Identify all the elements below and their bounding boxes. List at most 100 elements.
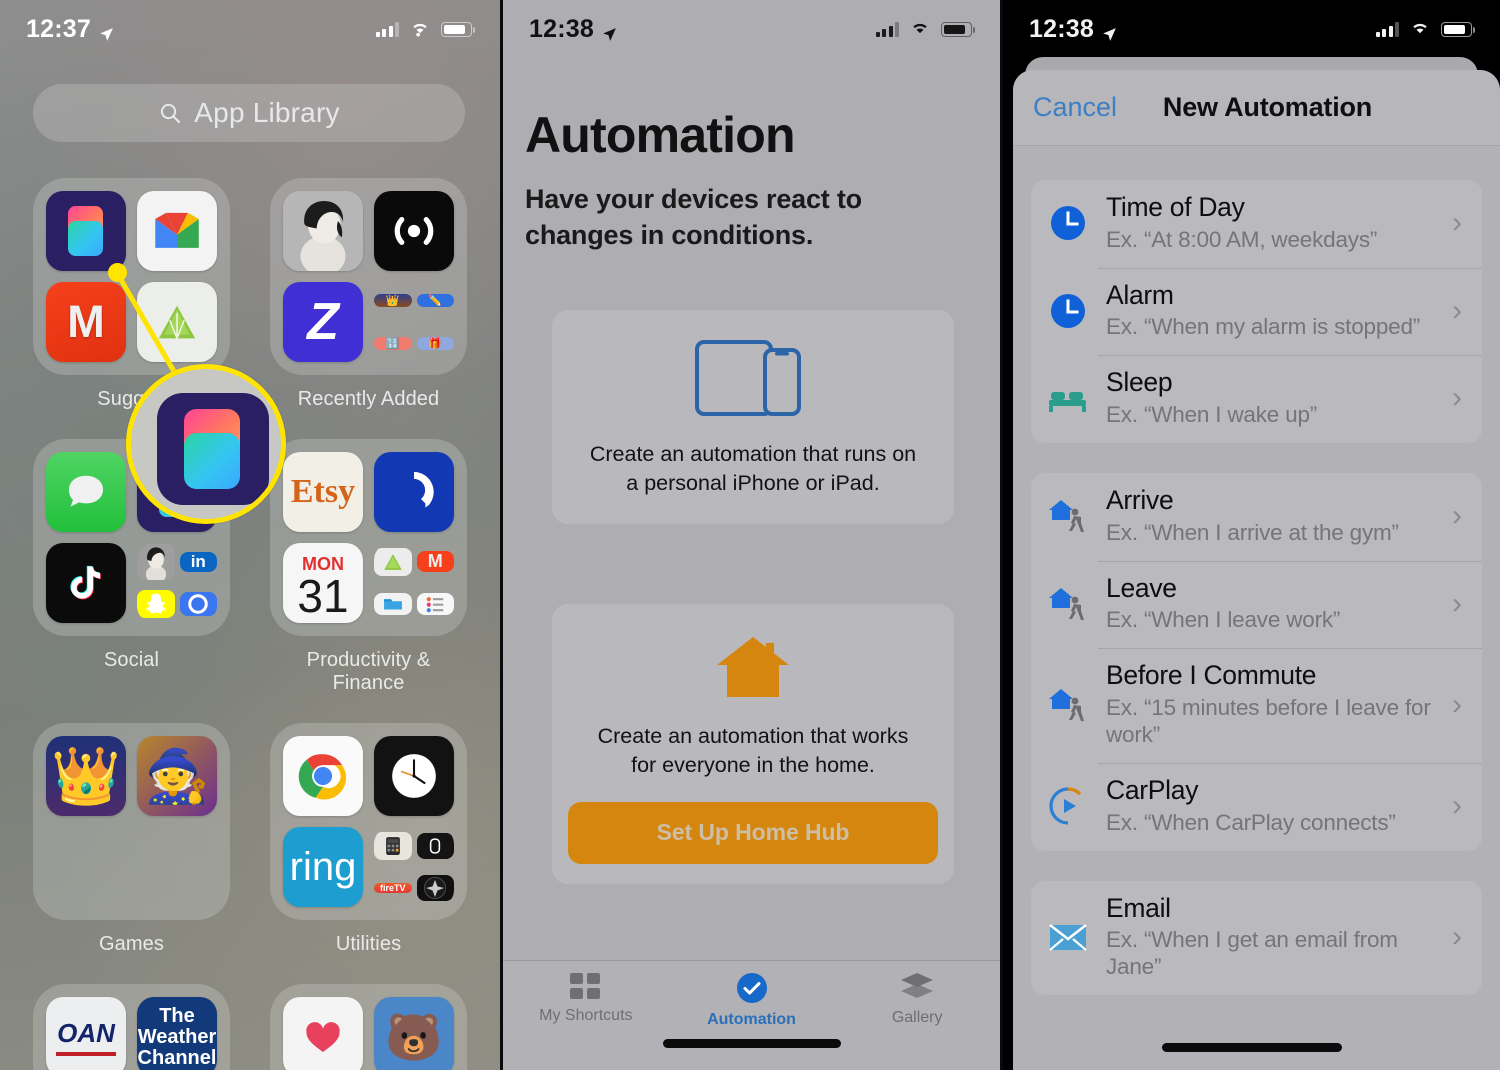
gmail-app-icon[interactable] — [137, 191, 217, 271]
weather-channel-app-icon[interactable]: The Weather Channel — [137, 997, 217, 1070]
folder-utilities[interactable]: ring fireTV Utilities — [270, 723, 467, 984]
row-sleep[interactable]: Sleep Ex. “When I wake up” › — [1031, 355, 1482, 443]
files-app-icon[interactable] — [374, 593, 412, 616]
folder-recently-added[interactable]: Z 👑 ✏️ 🔢 🎁 Recently Added — [270, 178, 467, 439]
mail-art-small-icon[interactable]: M — [416, 551, 454, 573]
signal-app-icon[interactable] — [179, 592, 217, 617]
puzzle-app-icon[interactable]: 🔢 — [374, 336, 412, 350]
gift-app-icon[interactable]: 🎁 — [416, 336, 454, 350]
contact-photo-icon[interactable] — [137, 543, 175, 580]
folder-label: Productivity & Finance — [306, 649, 431, 694]
clock-app-icon[interactable] — [374, 736, 454, 816]
status-time: 12:38 — [529, 14, 594, 43]
row-subtitle: Ex. “When my alarm is stopped” — [1106, 314, 1421, 340]
home-card-description: Create an automation that works for ever… — [597, 724, 909, 777]
calendar-app-icon[interactable]: MON 31 — [283, 543, 363, 623]
status-indicators — [375, 20, 476, 38]
watch-app-icon[interactable] — [416, 832, 454, 859]
row-text: Time of Day Ex. “At 8:00 AM, weekdays” — [1106, 192, 1435, 253]
folder-health-fitness[interactable]: 🐻 🐻 — [270, 984, 467, 1070]
sheet-navbar: Cancel New Automation — [1013, 70, 1500, 146]
fire-tv-app-icon[interactable]: fireTV — [374, 883, 412, 894]
shortcuts-glyph — [173, 408, 254, 490]
row-title: Leave — [1106, 572, 1177, 603]
folder-label: Utilities — [335, 933, 402, 955]
mail-art-app-icon[interactable]: M — [46, 282, 126, 362]
wifi-icon — [413, 23, 427, 37]
oan-app-icon[interactable]: OAN — [46, 997, 126, 1070]
compass-app-icon[interactable] — [416, 875, 454, 902]
photo-contact-app-icon[interactable] — [283, 191, 363, 271]
row-subtitle: Ex. “When I arrive at the gym” — [1106, 519, 1399, 545]
home-hub-card: Create an automation that works for ever… — [552, 604, 954, 884]
ring-app-icon[interactable]: ring — [283, 827, 363, 907]
row-title: Before I Commute — [1106, 660, 1317, 691]
row-subtitle: Ex. “When I get an email from Jane” — [1106, 927, 1398, 980]
folder-news[interactable]: OAN The Weather Channel — [33, 984, 230, 1070]
clock-icon — [1047, 290, 1089, 332]
folder-label: Social — [103, 649, 160, 671]
panel-app-library: 12:37 App Library M Sugges Z 👑 ✏️ 🔢 🎁 Re… — [0, 0, 500, 1070]
mini-folder-icons: fireTV — [374, 827, 454, 907]
tab-automation[interactable]: Automation — [669, 961, 835, 1033]
tab-gallery[interactable]: Gallery — [834, 961, 1000, 1033]
ipad-iphone-icon — [568, 336, 938, 422]
personal-card-description: Create an automation that runs on a pers… — [589, 442, 917, 495]
shortcuts-app-icon-magnified — [157, 393, 269, 505]
chevron-right-icon: › — [1452, 920, 1462, 954]
row-before-i-commute[interactable]: Before I Commute Ex. “15 minutes before … — [1031, 648, 1482, 763]
folder-productivity-finance[interactable]: Etsy MON 31 M Productivity & Finance — [270, 439, 467, 723]
chrome-app-icon[interactable] — [283, 736, 363, 816]
row-carplay[interactable]: CarPlay Ex. “When CarPlay connects” › — [1031, 763, 1482, 851]
tab-bar: My Shortcuts Automation Gallery — [503, 960, 1000, 1070]
row-arrive[interactable]: Arrive Ex. “When I arrive at the gym” › — [1031, 473, 1482, 561]
folder-grid: 👑 🧙 — [33, 723, 230, 920]
folder-grid: OAN The Weather Channel — [33, 984, 230, 1070]
snapchat-app-icon[interactable] — [137, 590, 175, 619]
game-king-icon[interactable]: 👑 — [374, 294, 412, 308]
set-up-home-hub-button[interactable]: Set Up Home Hub — [568, 801, 938, 864]
tiktok-app-icon[interactable] — [46, 543, 126, 623]
wizard-game-app-icon[interactable]: 🧙 — [137, 736, 217, 816]
page-subtitle: Have your devices react to changes in co… — [525, 184, 862, 250]
shortcuts-app-icon[interactable] — [46, 191, 126, 271]
folder-games[interactable]: 👑 🧙 Games — [33, 723, 230, 984]
row-time-of-day[interactable]: Time of Day Ex. “At 8:00 AM, weekdays” › — [1031, 180, 1482, 268]
location-arrow-icon — [1101, 21, 1118, 41]
chevron-right-icon: › — [1452, 293, 1462, 327]
row-text: Leave Ex. “When I leave work” — [1106, 572, 1435, 634]
weather-green-small-icon[interactable] — [374, 547, 412, 576]
row-text: CarPlay Ex. “When CarPlay connects” — [1106, 775, 1435, 836]
status-time: 12:38 — [1029, 14, 1094, 43]
health-app-icon[interactable] — [283, 997, 363, 1070]
tab-my-shortcuts[interactable]: My Shortcuts — [503, 961, 669, 1033]
reminders-app-icon[interactable] — [416, 593, 454, 616]
search-input[interactable]: App Library — [33, 84, 465, 142]
etsy-app-icon[interactable]: Etsy — [283, 452, 363, 532]
tabs: My Shortcuts Automation Gallery — [503, 961, 1000, 1033]
drawing-app-icon[interactable]: ✏️ — [416, 294, 454, 308]
row-subtitle: Ex. “15 minutes before I leave for work” — [1106, 695, 1431, 748]
row-alarm[interactable]: Alarm Ex. “When my alarm is stopped” › — [1031, 267, 1482, 356]
shortcuts-glyph — [61, 206, 111, 256]
messages-app-icon[interactable] — [46, 452, 126, 532]
battery-icon — [1441, 21, 1476, 37]
search-placeholder: App Library — [194, 97, 340, 128]
linkedin-app-icon[interactable]: in — [179, 551, 217, 572]
row-leave[interactable]: Leave Ex. “When I leave work” › — [1031, 560, 1482, 649]
calculator-app-icon[interactable] — [374, 831, 412, 860]
weather-green-app-icon[interactable] — [137, 282, 217, 362]
status-time-wrap: 12:38 — [529, 15, 618, 44]
cancel-button[interactable]: Cancel — [1033, 92, 1117, 123]
search-icon — [161, 103, 181, 124]
chase-app-icon[interactable] — [374, 452, 454, 532]
king-game-app-icon[interactable]: 👑 — [46, 736, 126, 816]
zelle-app-icon[interactable]: Z — [283, 282, 363, 362]
chevron-right-icon: › — [1452, 788, 1462, 822]
podcast-app-icon[interactable] — [374, 191, 454, 271]
mini-folder-icons: M — [374, 543, 454, 623]
row-title: Arrive — [1106, 485, 1174, 516]
row-email[interactable]: Email Ex. “When I get an email from Jane… — [1031, 881, 1482, 996]
fitness-bear-app-icon[interactable]: 🐻 — [374, 997, 454, 1070]
row-title: Email — [1106, 892, 1171, 923]
